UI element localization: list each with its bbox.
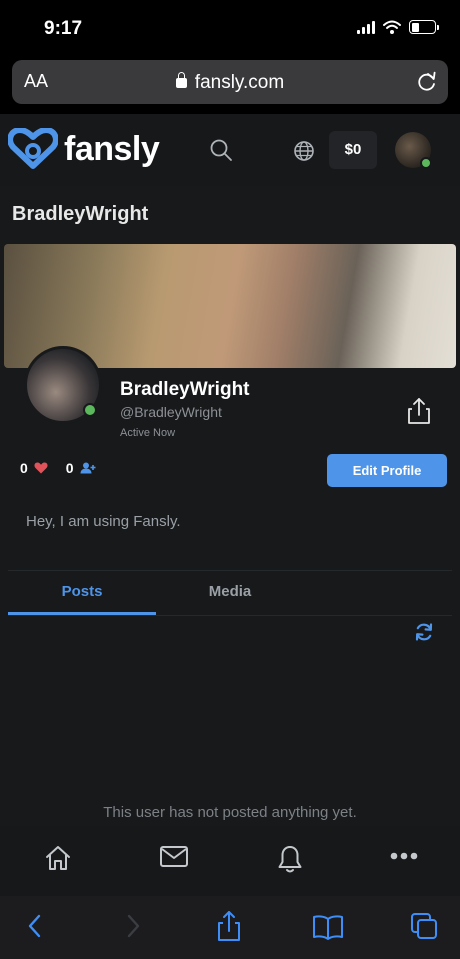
url-text: fansly.com <box>194 72 285 93</box>
profile-avatar[interactable] <box>24 346 102 424</box>
divider <box>8 570 452 571</box>
tabs-icon[interactable] <box>410 912 438 940</box>
status-icons <box>357 20 439 34</box>
forward-icon[interactable] <box>124 912 142 940</box>
share-icon[interactable] <box>216 910 242 942</box>
bookmarks-icon[interactable] <box>312 914 344 940</box>
user-plus-icon <box>80 462 96 474</box>
browser-toolbar <box>0 896 460 959</box>
battery-icon <box>409 20 439 34</box>
profile-page: BradleyWright BradleyWright @BradleyWrig… <box>0 186 460 826</box>
back-icon[interactable] <box>26 912 44 940</box>
search-icon[interactable] <box>209 138 233 162</box>
logo-text: fansly <box>64 129 160 168</box>
active-status: Active Now <box>120 427 176 439</box>
more-options-icon[interactable] <box>390 852 418 860</box>
header-avatar[interactable] <box>395 132 432 169</box>
notifications-bell-icon[interactable] <box>277 844 303 874</box>
messages-icon[interactable] <box>159 844 189 870</box>
profile-username: @BradleyWright <box>120 404 222 420</box>
tab-posts[interactable]: Posts <box>8 583 156 600</box>
heart-icon <box>34 462 48 474</box>
divider <box>8 615 452 616</box>
browser-address-area: AA fansly.com <box>0 56 460 114</box>
status-time: 9:17 <box>44 18 83 39</box>
bottom-navigation <box>0 826 460 896</box>
share-icon[interactable] <box>406 397 432 425</box>
online-indicator <box>420 157 432 169</box>
refresh-icon[interactable] <box>414 622 434 642</box>
profile-stats: 0 0 <box>20 460 114 476</box>
globe-icon[interactable] <box>293 140 315 162</box>
likes-stat[interactable]: 0 <box>20 460 48 476</box>
empty-posts-message: This user has not posted anything yet. <box>103 804 357 821</box>
cellular-signal-icon <box>357 20 375 34</box>
address-bar[interactable]: AA fansly.com <box>12 60 448 104</box>
online-indicator <box>83 403 97 417</box>
profile-display-name: BradleyWright <box>120 379 250 400</box>
heart-logo-icon <box>8 128 58 169</box>
lock-icon <box>175 72 187 88</box>
site-header: fansly $0 <box>0 114 460 186</box>
wallet-balance-button[interactable]: $0 <box>329 131 377 169</box>
url-display[interactable]: fansly.com <box>12 72 448 94</box>
home-icon[interactable] <box>44 844 72 872</box>
status-bar: 9:17 <box>0 0 460 56</box>
followers-count: 0 <box>65 460 74 476</box>
likes-count: 0 <box>20 460 28 476</box>
profile-bio: Hey, I am using Fansly. <box>26 513 181 530</box>
page-title: BradleyWright <box>12 203 149 225</box>
reload-icon[interactable] <box>416 71 438 93</box>
fansly-logo[interactable]: fansly <box>8 128 160 170</box>
tab-media[interactable]: Media <box>156 583 304 600</box>
edit-profile-button[interactable]: Edit Profile <box>327 454 447 487</box>
followers-stat[interactable]: 0 <box>66 460 96 476</box>
wifi-icon <box>383 20 401 34</box>
